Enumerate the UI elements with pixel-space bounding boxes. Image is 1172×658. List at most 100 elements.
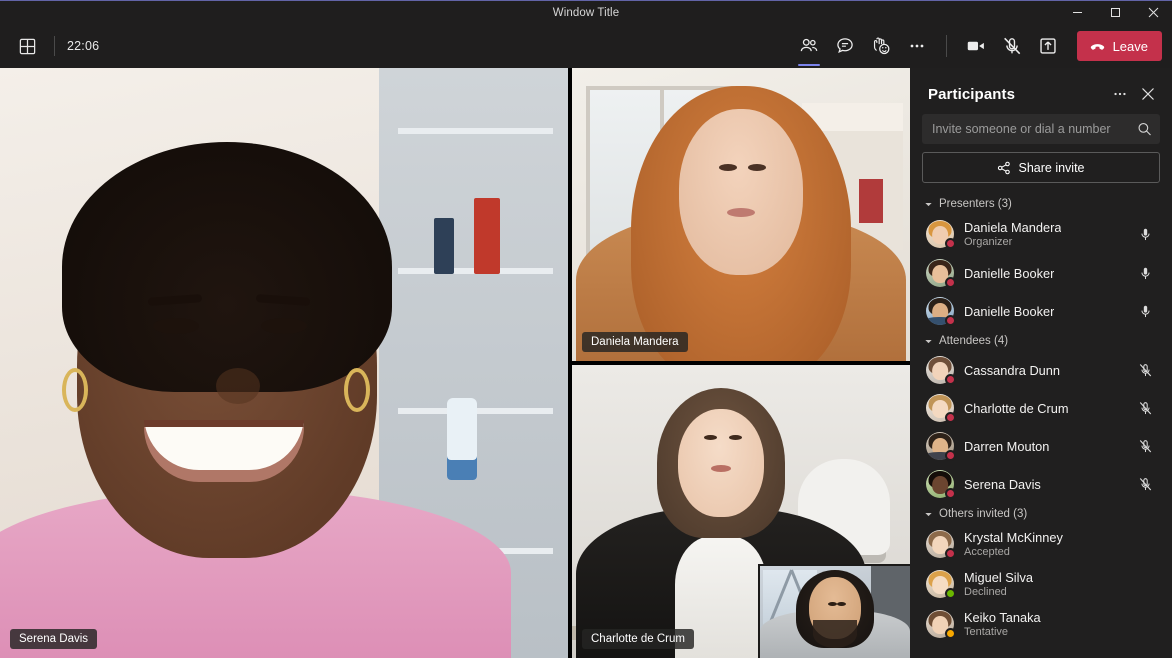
participant-row-darren-mouton[interactable]: Darren Mouton <box>922 427 1160 465</box>
participant-row-daniela-mandera[interactable]: Daniela Mandera Organizer <box>922 214 1160 254</box>
window-title: Window Title <box>552 6 620 19</box>
video-tile-daniela-mandera[interactable]: Daniela Mandera <box>572 68 910 361</box>
participant-row-cassandra-dunn[interactable]: Cassandra Dunn <box>922 351 1160 389</box>
people-icon[interactable] <box>792 29 826 66</box>
maximize-button[interactable] <box>1096 1 1134 24</box>
panel-title: Participants <box>928 85 1016 103</box>
more-actions-icon[interactable] <box>900 29 934 63</box>
leave-button[interactable]: Leave <box>1076 31 1162 61</box>
reactions-icon[interactable] <box>864 29 898 63</box>
participant-name: Cassandra Dunn <box>964 362 1061 378</box>
participant-name: Charlotte de Crum <box>964 400 1069 416</box>
participant-name: Serena Davis <box>964 476 1041 492</box>
minimize-button[interactable] <box>1058 1 1096 24</box>
chat-icon[interactable] <box>828 29 862 63</box>
participant-name-block: Danielle Booker <box>964 266 1054 281</box>
chevron-down-icon <box>924 200 933 209</box>
participant-name: Miguel Silva <box>964 570 1033 585</box>
avatar <box>926 432 956 461</box>
presence-badge <box>945 628 956 639</box>
mic-unmuted-icon[interactable] <box>1134 266 1156 281</box>
presence-badge <box>945 315 956 326</box>
participant-name-block: Miguel Silva Declined <box>964 570 1033 598</box>
mic-unmuted-icon[interactable] <box>1134 304 1156 319</box>
group-label: Attendees (4) <box>939 335 1009 347</box>
panel-header-actions <box>1108 82 1160 106</box>
avatar <box>926 259 956 288</box>
presence-badge <box>945 588 956 599</box>
toolbar-right: Leave <box>792 29 1162 66</box>
close-button[interactable] <box>1134 1 1172 24</box>
video-tile-main-column: Serena Davis <box>0 68 568 658</box>
presence-badge <box>945 450 956 461</box>
picture-in-picture-video[interactable] <box>758 564 910 658</box>
group-label: Others invited (3) <box>939 508 1028 520</box>
invite-search-input[interactable] <box>922 122 1160 136</box>
participant-name: Keiko Tanaka <box>964 610 1041 625</box>
participant-name-block: Serena Davis <box>964 477 1041 492</box>
mic-muted-icon[interactable] <box>1134 477 1156 492</box>
presence-badge <box>945 412 956 423</box>
mic-muted-icon[interactable] <box>995 29 1029 63</box>
mic-muted-icon[interactable] <box>1134 439 1156 454</box>
window-controls <box>1058 1 1172 24</box>
avatar <box>926 356 956 385</box>
participants-panel-header: Participants <box>910 68 1172 114</box>
group-label: Presenters (3) <box>939 198 1012 210</box>
panel-more-options-icon[interactable] <box>1108 82 1132 106</box>
video-scene <box>0 68 568 658</box>
participant-name: Daniela Mandera <box>964 220 1062 235</box>
participant-row-danielle-booker-2[interactable]: Danielle Booker <box>922 292 1160 330</box>
video-scene <box>572 68 910 361</box>
group-header-others-invited[interactable]: Others invited (3) <box>922 503 1160 524</box>
avatar <box>926 297 956 326</box>
participant-row-serena-davis[interactable]: Serena Davis <box>922 465 1160 503</box>
mic-muted-icon[interactable] <box>1134 401 1156 416</box>
invite-search-wrapper <box>922 114 1160 144</box>
avatar <box>926 220 956 249</box>
video-tile-serena-davis[interactable]: Serena Davis <box>0 68 568 658</box>
participant-name: Krystal McKinney <box>964 530 1063 545</box>
grid-layout-icon[interactable] <box>12 31 42 61</box>
presence-badge <box>945 488 956 499</box>
avatar <box>926 470 956 499</box>
video-scene <box>760 566 910 658</box>
participants-panel: Participants Invite someone or dial a nu… <box>910 68 1172 658</box>
search-icon[interactable] <box>1137 122 1152 137</box>
participant-rsvp-status: Declined <box>964 586 1007 598</box>
video-tile-label: Serena Davis <box>10 629 98 649</box>
presence-badge <box>945 277 956 288</box>
video-tile-label: Charlotte de Crum <box>582 629 694 649</box>
participant-row-danielle-booker-1[interactable]: Danielle Booker <box>922 254 1160 292</box>
video-tile-side-column: Daniela Mandera Charlotte de Crum <box>572 68 910 658</box>
video-stage: Serena Davis Daniela Mandera Charlotte d… <box>0 68 910 658</box>
toolbar-separator <box>945 35 947 57</box>
participant-row-charlotte-de-crum[interactable]: Charlotte de Crum <box>922 389 1160 427</box>
presence-badge <box>945 374 956 385</box>
participant-name-block: Darren Mouton <box>964 439 1049 454</box>
avatar <box>926 570 956 599</box>
chevron-down-icon <box>924 510 933 519</box>
meeting-toolbar: 22:06 Leave <box>0 24 1172 68</box>
group-header-attendees[interactable]: Attendees (4) <box>922 330 1160 351</box>
toolbar-divider <box>54 36 55 56</box>
participant-row-krystal-mckinney[interactable]: Krystal McKinney Accepted <box>922 524 1160 564</box>
participant-row-miguel-silva[interactable]: Miguel Silva Declined <box>922 564 1160 604</box>
mic-muted-icon[interactable] <box>1134 363 1156 378</box>
panel-close-icon[interactable] <box>1136 82 1160 106</box>
share-screen-icon[interactable] <box>1031 29 1065 63</box>
leave-button-label: Leave <box>1112 38 1148 54</box>
participant-role: Organizer <box>964 236 1013 248</box>
participant-rsvp-status: Accepted <box>964 546 1010 558</box>
toolbar-left: 22:06 <box>12 31 99 61</box>
meeting-body: Serena Davis Daniela Mandera Charlotte d… <box>0 68 1172 658</box>
avatar <box>926 610 956 639</box>
participant-row-keiko-tanaka[interactable]: Keiko Tanaka Tentative <box>922 604 1160 644</box>
mic-unmuted-icon[interactable] <box>1134 227 1156 242</box>
participant-name: Darren Mouton <box>964 438 1050 454</box>
video-tile-label: Daniela Mandera <box>582 332 688 352</box>
share-invite-button[interactable]: Share invite <box>922 152 1160 183</box>
group-header-presenters[interactable]: Presenters (3) <box>922 193 1160 214</box>
video-tile-charlotte-de-crum[interactable]: Charlotte de Crum <box>572 365 910 658</box>
camera-icon[interactable] <box>959 29 993 63</box>
